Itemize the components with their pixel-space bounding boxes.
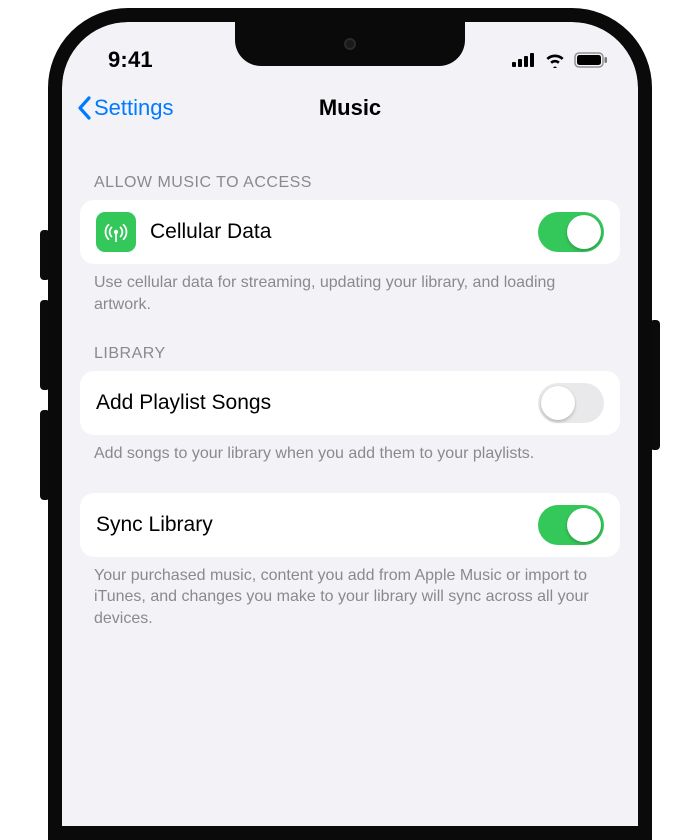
back-button[interactable]: Settings <box>76 95 174 121</box>
navigation-bar: Settings Music <box>62 80 638 136</box>
chevron-left-icon <box>76 96 92 120</box>
cellular-data-row[interactable]: Cellular Data <box>80 200 620 264</box>
page-title: Music <box>319 95 381 121</box>
cellular-data-toggle[interactable] <box>538 212 604 252</box>
cellular-data-footer: Use cellular data for streaming, updatin… <box>80 264 620 315</box>
sync-library-row[interactable]: Sync Library <box>80 493 620 557</box>
add-playlist-songs-row[interactable]: Add Playlist Songs <box>80 371 620 435</box>
front-camera-icon <box>344 38 356 50</box>
section-header-library: LIBRARY <box>80 315 620 371</box>
add-playlist-songs-label: Add Playlist Songs <box>96 391 538 415</box>
back-label: Settings <box>94 95 174 121</box>
sync-library-toggle[interactable] <box>538 505 604 545</box>
sync-library-footer: Your purchased music, content you add fr… <box>80 557 620 630</box>
settings-content: ALLOW MUSIC TO ACCESS Cellular Data <box>62 136 638 630</box>
status-time: 9:41 <box>108 47 153 73</box>
add-playlist-songs-toggle[interactable] <box>538 383 604 423</box>
add-playlist-songs-footer: Add songs to your library when you add t… <box>80 435 620 465</box>
phone-frame: 9:41 <box>30 0 670 780</box>
battery-icon <box>574 52 608 68</box>
notch <box>235 22 465 66</box>
section-header-access: ALLOW MUSIC TO ACCESS <box>80 144 620 200</box>
cellular-data-icon <box>96 212 136 252</box>
sync-library-label: Sync Library <box>96 513 538 537</box>
wifi-icon <box>544 52 566 68</box>
cellular-signal-icon <box>512 53 536 67</box>
cellular-data-label: Cellular Data <box>150 220 524 244</box>
